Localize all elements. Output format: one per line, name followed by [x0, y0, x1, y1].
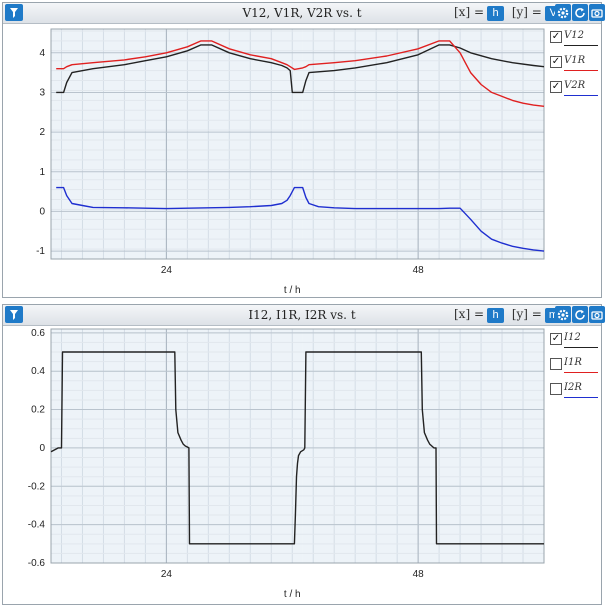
legend-checkbox[interactable]: [550, 358, 562, 370]
y-tick-label: 0: [39, 206, 45, 217]
legend-label: I1R: [564, 357, 582, 368]
legend-swatch: [564, 347, 598, 348]
legend-swatch: [564, 397, 598, 398]
panel-header: I12, I1R, I2R vs. t [x] =h [y] =mA: [3, 305, 605, 326]
legend-item-i1r[interactable]: I1R: [550, 356, 600, 381]
legend-swatch: [564, 45, 598, 46]
y-unit-prefix: [y] =: [511, 307, 542, 321]
legend-checkbox[interactable]: [550, 383, 562, 395]
legend-label: V12: [564, 30, 584, 41]
shaded-band: [51, 329, 303, 563]
legend-item-i12[interactable]: ✓ I12: [550, 331, 600, 356]
y-tick-label: 1: [39, 167, 45, 178]
chart-panel-current: I12, I1R, I2R vs. t [x] =h [y] =mA -0.6-…: [2, 304, 605, 605]
legend-checkbox[interactable]: ✓: [550, 56, 562, 68]
y-tick-label: 4: [39, 48, 45, 59]
shaded-band: [302, 29, 544, 259]
refresh-icon[interactable]: [572, 306, 588, 323]
y-tick-label: 0.2: [31, 405, 45, 416]
panel-header: V12, V1R, V2R vs. t [x] = h [y] = V: [3, 3, 605, 24]
camera-icon[interactable]: [589, 4, 605, 21]
legend: ✓ I12 I1R I2R: [550, 331, 600, 406]
legend-item-v2r[interactable]: ✓ V2R: [550, 79, 600, 104]
legend-item-v1r[interactable]: ✓ V1R: [550, 54, 600, 79]
y-tick-label: 0.4: [31, 366, 45, 377]
y-tick-label: -0.6: [28, 558, 46, 569]
legend-swatch: [564, 372, 598, 373]
legend-checkbox[interactable]: ✓: [550, 333, 562, 345]
y-tick-label: 0.6: [31, 328, 45, 339]
shaded-band: [302, 329, 544, 563]
y-tick-label: 2: [39, 127, 45, 138]
x-unit-button[interactable]: h: [487, 6, 504, 21]
x-tick-label: 48: [413, 265, 425, 276]
y-tick-label: -0.4: [28, 520, 46, 531]
legend-label: I12: [564, 332, 581, 343]
x-unit-selector: [x] = h [y] = V: [454, 5, 566, 21]
x-tick-label: 24: [161, 265, 173, 276]
y-tick-label: 0: [39, 443, 45, 454]
legend-swatch: [564, 70, 598, 71]
legend-item-i2r[interactable]: I2R: [550, 381, 600, 406]
y-tick-label: -1: [36, 246, 45, 257]
settings-gear-icon[interactable]: [555, 4, 571, 21]
chart-panel-voltage: V12, V1R, V2R vs. t [x] = h [y] = V -1 0 1 2 3…: [2, 2, 605, 298]
legend-swatch: [564, 95, 598, 96]
camera-icon[interactable]: [589, 306, 605, 323]
legend-label: V1R: [564, 55, 586, 66]
y-unit-prefix: [y] =: [511, 5, 542, 19]
current-plot-area: -0.6 -0.4 -0.2 0 0.2 0.4 0.6 24 48 t / h: [28, 328, 545, 600]
x-axis-title: t / h: [284, 285, 301, 296]
refresh-icon[interactable]: [572, 4, 588, 21]
legend: ✓ V12 ✓ V1R ✓ V2R: [550, 29, 600, 104]
voltage-plot-area: -1 0 1 2 3 4 24 48 t / h: [36, 28, 545, 296]
settings-gear-icon[interactable]: [555, 306, 571, 323]
legend-checkbox[interactable]: ✓: [550, 81, 562, 93]
x-unit-button[interactable]: h: [487, 308, 504, 323]
x-tick-label: 24: [161, 569, 173, 580]
x-tick-label: 48: [413, 569, 425, 580]
x-axis-title: t / h: [284, 589, 301, 600]
y-tick-label: -0.2: [28, 481, 46, 492]
legend-label: V2R: [564, 80, 586, 91]
legend-label: I2R: [564, 382, 582, 393]
x-unit-prefix: [x] =: [454, 307, 484, 321]
legend-checkbox[interactable]: ✓: [550, 31, 562, 43]
legend-item-v12[interactable]: ✓ V12: [550, 29, 600, 54]
y-tick-label: 3: [39, 87, 45, 98]
x-unit-prefix: [x] =: [454, 5, 484, 19]
